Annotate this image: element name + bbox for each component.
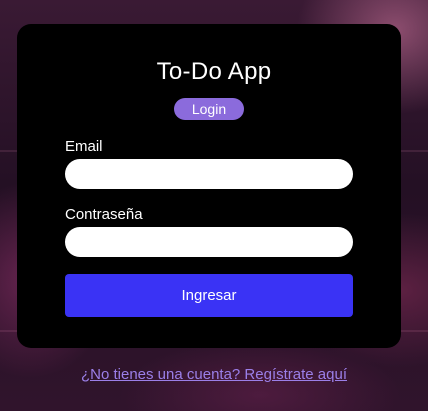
email-label: Email [65, 138, 103, 155]
email-field[interactable] [65, 159, 353, 189]
password-label: Contraseña [65, 206, 143, 223]
password-field[interactable] [65, 227, 353, 257]
login-badge: Login [174, 98, 244, 120]
login-button[interactable]: Ingresar [65, 274, 353, 317]
app-title: To-Do App [156, 58, 272, 85]
register-link[interactable]: ¿No tienes una cuenta? Regístrate aquí [0, 366, 428, 383]
